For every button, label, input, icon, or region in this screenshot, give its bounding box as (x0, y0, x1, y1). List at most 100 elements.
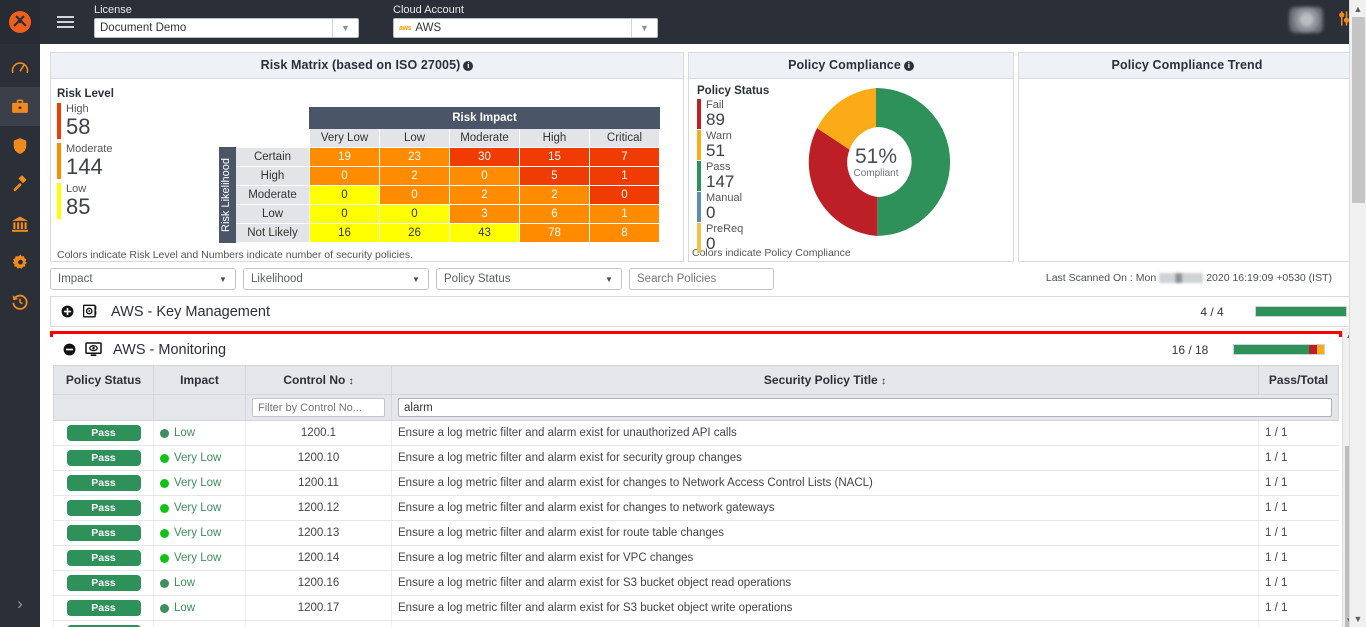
table-row[interactable]: Pass Low 1200.16 Ensure a log metric fil… (53, 570, 1339, 596)
risk-likelihood-header-text: Risk Likelihood (220, 158, 232, 232)
sidebar-item-history[interactable] (0, 282, 40, 321)
matrix-cell[interactable]: 0 (379, 204, 450, 224)
cell-title: Ensure a log metric filter and alarm exi… (391, 470, 1259, 496)
status-badge: Pass (66, 475, 141, 491)
group-row-key-management[interactable]: AWS - Key Management 4 / 4 (50, 296, 1356, 327)
policy-status-filter-dropdown[interactable]: Policy Status ▼ (436, 268, 622, 290)
menu-toggle-icon[interactable] (50, 0, 80, 44)
matrix-cell[interactable]: 15 (519, 147, 590, 167)
license-select[interactable]: Document Demo ▼ (94, 18, 359, 38)
matrix-cell[interactable]: 23 (379, 147, 450, 167)
content-region: Risk Matrix (based on ISO 27005) i Risk L… (40, 44, 1366, 627)
matrix-cell[interactable]: 0 (309, 166, 380, 186)
risk-matrix-title: Risk Matrix (based on ISO 27005) i (51, 53, 683, 79)
control-no-filter-input[interactable] (252, 398, 385, 417)
col-header-impact[interactable]: Impact (153, 365, 246, 395)
info-icon[interactable]: i (903, 61, 914, 71)
policy-status-legend: Policy Status Fail 89 Warn 51 Pass 147 M… (697, 85, 775, 254)
sidebar-item-compliance[interactable] (0, 165, 40, 204)
matrix-cell[interactable]: 2 (449, 185, 520, 205)
matrix-cell[interactable]: 78 (519, 223, 590, 243)
sidebar-item-security[interactable] (0, 126, 40, 165)
likelihood-filter-dropdown[interactable]: Likelihood ▼ (243, 268, 429, 290)
donut-slice-pass[interactable] (876, 87, 951, 236)
matrix-cell[interactable]: 7 (589, 147, 660, 167)
sidebar-item-dashboard[interactable] (0, 48, 40, 87)
matrix-cell[interactable]: 0 (379, 185, 450, 205)
expand-icon[interactable] (59, 305, 75, 318)
matrix-cell[interactable]: 43 (449, 223, 520, 243)
search-policies-input[interactable] (629, 268, 774, 290)
impact-col-header: Very Low (309, 128, 380, 148)
last-scanned-suffix: 2020 16:19:09 +0530 (IST) (1206, 272, 1332, 284)
sort-icon[interactable]: ↕ (881, 376, 886, 387)
cell-status: Pass (53, 445, 154, 471)
table-row[interactable]: Pass Very Low 1200.13 Ensure a log metri… (53, 520, 1339, 546)
sidebar-expand-button[interactable]: › (0, 580, 40, 627)
matrix-cell[interactable]: 5 (519, 166, 590, 186)
cell-title: Ensure a log metric filter and alarm exi… (391, 520, 1259, 546)
col-header-policy-status[interactable]: Policy Status (53, 365, 154, 395)
impact-filter-dropdown[interactable]: Impact ▼ (50, 268, 236, 290)
page-scrollbar[interactable]: ▲ ▼ (1349, 0, 1366, 627)
filter-cell-control-no (245, 394, 392, 421)
title-filter-input[interactable] (398, 398, 1332, 417)
col-header-pass-total[interactable]: Pass/Total (1258, 365, 1339, 395)
cell-impact: Very Low (153, 470, 246, 496)
group-row-monitoring-header[interactable]: AWS - Monitoring 16 / 18 (53, 334, 1339, 365)
col-header-control-no[interactable]: Control No ↕ (245, 365, 392, 395)
matrix-cell[interactable]: 0 (589, 185, 660, 205)
matrix-cell[interactable]: 30 (449, 147, 520, 167)
col-header-security-policy-title[interactable]: Security Policy Title ↕ (391, 365, 1259, 395)
table-row[interactable]: Pass Very Low 1200.14 Ensure a log metri… (53, 545, 1339, 571)
cloud-account-value-wrap: aws AWS (394, 19, 631, 37)
policy-status-filter-value: Policy Status (444, 273, 511, 285)
chevron-down-icon: ▼ (631, 19, 657, 37)
table-row[interactable]: Pass Very Low 1200.11 Ensure a log metri… (53, 470, 1339, 496)
matrix-cell[interactable]: 8 (589, 223, 660, 243)
table-row[interactable]: Pass Low 1200.17 Ensure a log metric fil… (53, 595, 1339, 621)
sidebar-item-settings[interactable] (0, 243, 40, 282)
cell-pass-total: 1 / 1 (1258, 420, 1339, 446)
cloud-account-select[interactable]: aws AWS ▼ (393, 18, 658, 38)
user-avatar[interactable] (1289, 7, 1323, 33)
matrix-cell[interactable]: 1 (589, 204, 660, 224)
matrix-cell[interactable]: 3 (449, 204, 520, 224)
likelihood-row-header: Low (235, 204, 310, 224)
sidebar-item-briefcase[interactable] (0, 87, 40, 126)
matrix-cell[interactable]: 2 (519, 185, 590, 205)
risk-level-legend-title: Risk Level (57, 88, 114, 100)
cell-title: Ensure a log metric filter and alarm exi… (391, 445, 1259, 471)
impact-col-header: Critical (589, 128, 660, 148)
app-logo-icon (9, 11, 31, 33)
page-scroll-down-icon[interactable]: ▼ (1350, 610, 1366, 627)
matrix-cell[interactable]: 19 (309, 147, 380, 167)
matrix-cell[interactable]: 0 (309, 185, 380, 205)
table-row[interactable]: Pass Very Low 1200.10 Ensure a log metri… (53, 445, 1339, 471)
matrix-cell[interactable]: 6 (519, 204, 590, 224)
legend-item-fail: Fail 89 (697, 99, 775, 129)
risk-matrix-grid: Risk Impact Very Low Low Moderate High C… (219, 107, 660, 243)
collapse-icon[interactable] (61, 343, 77, 356)
likelihood-row-header: Certain (235, 147, 310, 167)
sort-icon[interactable]: ↕ (349, 376, 354, 387)
matrix-cell[interactable]: 0 (309, 204, 380, 224)
matrix-cell[interactable]: 0 (449, 166, 520, 186)
matrix-cell[interactable]: 26 (379, 223, 450, 243)
policy-status-legend-title: Policy Status (697, 85, 770, 97)
matrix-cell[interactable]: 2 (379, 166, 450, 186)
risk-impact-header: Risk Impact (309, 107, 660, 129)
impact-dot-icon (160, 603, 169, 613)
license-value: Document Demo (100, 22, 187, 34)
matrix-cell[interactable]: 16 (309, 223, 380, 243)
table-row[interactable]: Pass Low 1200.1 Ensure a log metric filt… (53, 420, 1339, 446)
table-row[interactable]: Pass Very Low 1200.12 Ensure a log metri… (53, 495, 1339, 521)
page-scrollbar-thumb[interactable] (1352, 17, 1365, 203)
table-row[interactable]: Pass Low 1200.2 Ensure a log metric filt… (53, 620, 1339, 627)
matrix-cell[interactable]: 1 (589, 166, 660, 186)
sidebar-item-governance[interactable] (0, 204, 40, 243)
cell-title: Ensure a log metric filter and alarm exi… (391, 420, 1259, 446)
page-scroll-up-icon[interactable]: ▲ (1350, 0, 1366, 17)
info-icon[interactable]: i (463, 61, 474, 71)
impact-dot-icon (160, 503, 169, 513)
